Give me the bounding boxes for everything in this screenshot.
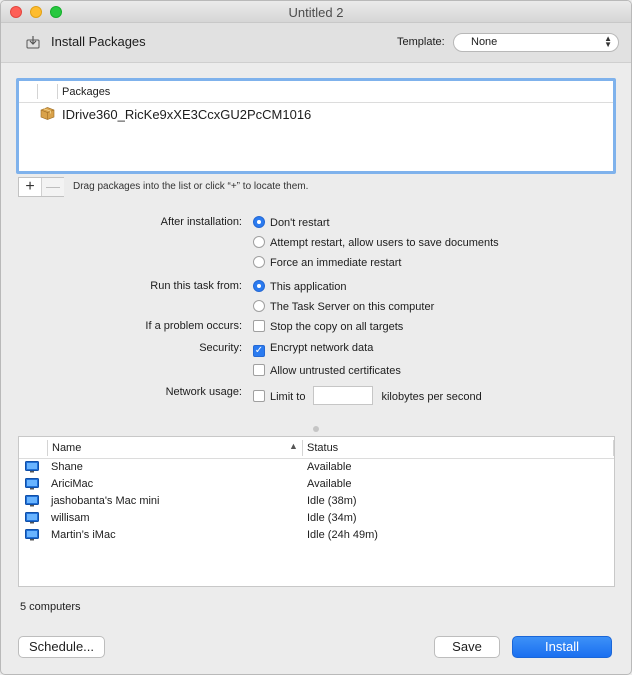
toolbar: Install Packages Template: None ▲ ▼ <box>1 23 631 63</box>
computer-name: willisam <box>51 512 90 524</box>
install-package-icon <box>26 36 40 49</box>
column-divider <box>613 440 614 456</box>
computer-name: jashobanta's Mac mini <box>51 495 160 507</box>
split-view-handle[interactable] <box>313 426 319 432</box>
allow-untrusted-checkbox[interactable]: Allow untrusted certificates <box>253 364 401 377</box>
package-row[interactable]: IDrive360_RicKe9xXE3CcxGU2PcCM1016 <box>19 103 613 123</box>
monitor-icon <box>25 529 39 541</box>
package-name: IDrive360_RicKe9xXE3CcxGU2PcCM1016 <box>62 107 312 122</box>
template-select[interactable]: None ▲ ▼ <box>453 33 619 52</box>
radio-attempt-restart[interactable]: Attempt restart, allow users to save doc… <box>253 236 499 249</box>
stop-copy-checkbox[interactable]: Stop the copy on all targets <box>253 320 403 333</box>
computer-count: 5 computers <box>20 601 81 613</box>
column-divider <box>37 84 38 99</box>
encrypt-network-checkbox[interactable]: ✓ Encrypt network data <box>253 342 373 357</box>
run-task-from-label: Run this task from: <box>150 280 242 292</box>
table-row[interactable]: Martin’s iMac Idle (24h 49m) <box>19 527 614 544</box>
radio-label: The Task Server on this computer <box>270 301 435 313</box>
monitor-icon <box>25 512 39 524</box>
checkbox-indicator <box>253 364 265 376</box>
add-package-button[interactable]: + <box>19 178 42 196</box>
radio-indicator <box>253 256 265 268</box>
radio-task-server[interactable]: The Task Server on this computer <box>253 300 434 313</box>
limit-to-label: Limit to <box>270 391 306 403</box>
computers-table[interactable]: Name ▲ Status Shane Available AriciMac Avai… <box>18 436 615 587</box>
table-row[interactable]: AriciMac Available <box>19 476 614 493</box>
drag-hint-text: Drag packages into the list or click “+”… <box>73 181 309 192</box>
up-down-chevron-icon: ▲ ▼ <box>604 34 612 49</box>
computer-status: Idle (34m) <box>307 512 357 524</box>
bandwidth-limit-input[interactable] <box>313 386 374 405</box>
radio-force-restart[interactable]: Force an immediate restart <box>253 256 401 269</box>
package-box-icon <box>40 107 55 120</box>
checkbox-label: Allow untrusted certificates <box>270 365 401 377</box>
radio-label: Don't restart <box>270 217 330 229</box>
monitor-icon <box>25 495 39 507</box>
checkmark-icon: ✓ <box>253 345 265 357</box>
computer-name: AriciMac <box>51 478 94 490</box>
name-column-header[interactable]: Name <box>52 442 81 454</box>
checkbox-indicator <box>253 320 265 332</box>
template-selected-value: None <box>471 36 498 48</box>
computer-name: Martin’s iMac <box>51 529 116 541</box>
save-button[interactable]: Save <box>434 636 500 658</box>
computer-status: Idle (38m) <box>307 495 357 507</box>
computers-table-header: Name ▲ Status <box>19 437 614 459</box>
limit-bandwidth-checkbox[interactable] <box>253 390 265 402</box>
add-remove-control: + — <box>18 177 64 197</box>
radio-this-application[interactable]: This application <box>253 280 346 293</box>
radio-label: Attempt restart, allow users to save doc… <box>270 237 499 249</box>
computer-status: Available <box>307 478 352 490</box>
radio-indicator <box>253 300 265 312</box>
window-title: Untitled 2 <box>288 5 344 20</box>
monitor-icon <box>25 478 39 490</box>
install-button[interactable]: Install <box>512 636 612 658</box>
kbps-unit-label: kilobytes per second <box>381 391 482 403</box>
packages-list[interactable]: Packages IDrive360_RicKe9xXE3CcxGU2PcCM1… <box>16 78 616 174</box>
column-divider <box>47 440 48 456</box>
table-row[interactable]: jashobanta's Mac mini Idle (38m) <box>19 493 614 510</box>
monitor-icon <box>25 461 39 473</box>
computer-status: Available <box>307 461 352 473</box>
radio-dont-restart[interactable]: Don't restart <box>253 216 330 229</box>
packages-column-header[interactable]: Packages <box>62 86 110 98</box>
packages-list-header: Packages <box>19 81 613 103</box>
radio-label: Force an immediate restart <box>270 257 402 269</box>
security-label: Security: <box>199 342 242 354</box>
column-divider <box>57 84 58 99</box>
column-divider <box>302 440 303 456</box>
status-column-header[interactable]: Status <box>307 442 338 454</box>
sort-ascending-icon: ▲ <box>289 441 298 451</box>
task-title: Install Packages <box>51 34 146 49</box>
title-bar: Untitled 2 <box>1 1 631 23</box>
problem-occurs-label: If a problem occurs: <box>145 320 242 332</box>
radio-selected-indicator <box>253 216 265 228</box>
table-row[interactable]: Shane Available <box>19 459 614 476</box>
computer-status: Idle (24h 49m) <box>307 529 378 541</box>
computers-table-body: Shane Available AriciMac Available jashobant… <box>19 459 614 544</box>
table-row[interactable]: willisam Idle (34m) <box>19 510 614 527</box>
checkbox-label: Stop the copy on all targets <box>270 321 404 333</box>
after-installation-label: After installation: <box>160 216 242 228</box>
template-label: Template: <box>397 36 445 48</box>
checkbox-label: Encrypt network data <box>270 342 374 354</box>
radio-label: This application <box>270 281 347 293</box>
radio-selected-indicator <box>253 280 265 292</box>
window: Untitled 2 Install Packages Template: No… <box>0 0 632 675</box>
schedule-button[interactable]: Schedule... <box>18 636 105 658</box>
network-limit-row: Limit to kilobytes per second <box>253 386 482 405</box>
radio-indicator <box>253 236 265 248</box>
network-usage-label: Network usage: <box>165 386 242 398</box>
computer-name: Shane <box>51 461 83 473</box>
remove-package-button[interactable]: — <box>42 178 64 196</box>
